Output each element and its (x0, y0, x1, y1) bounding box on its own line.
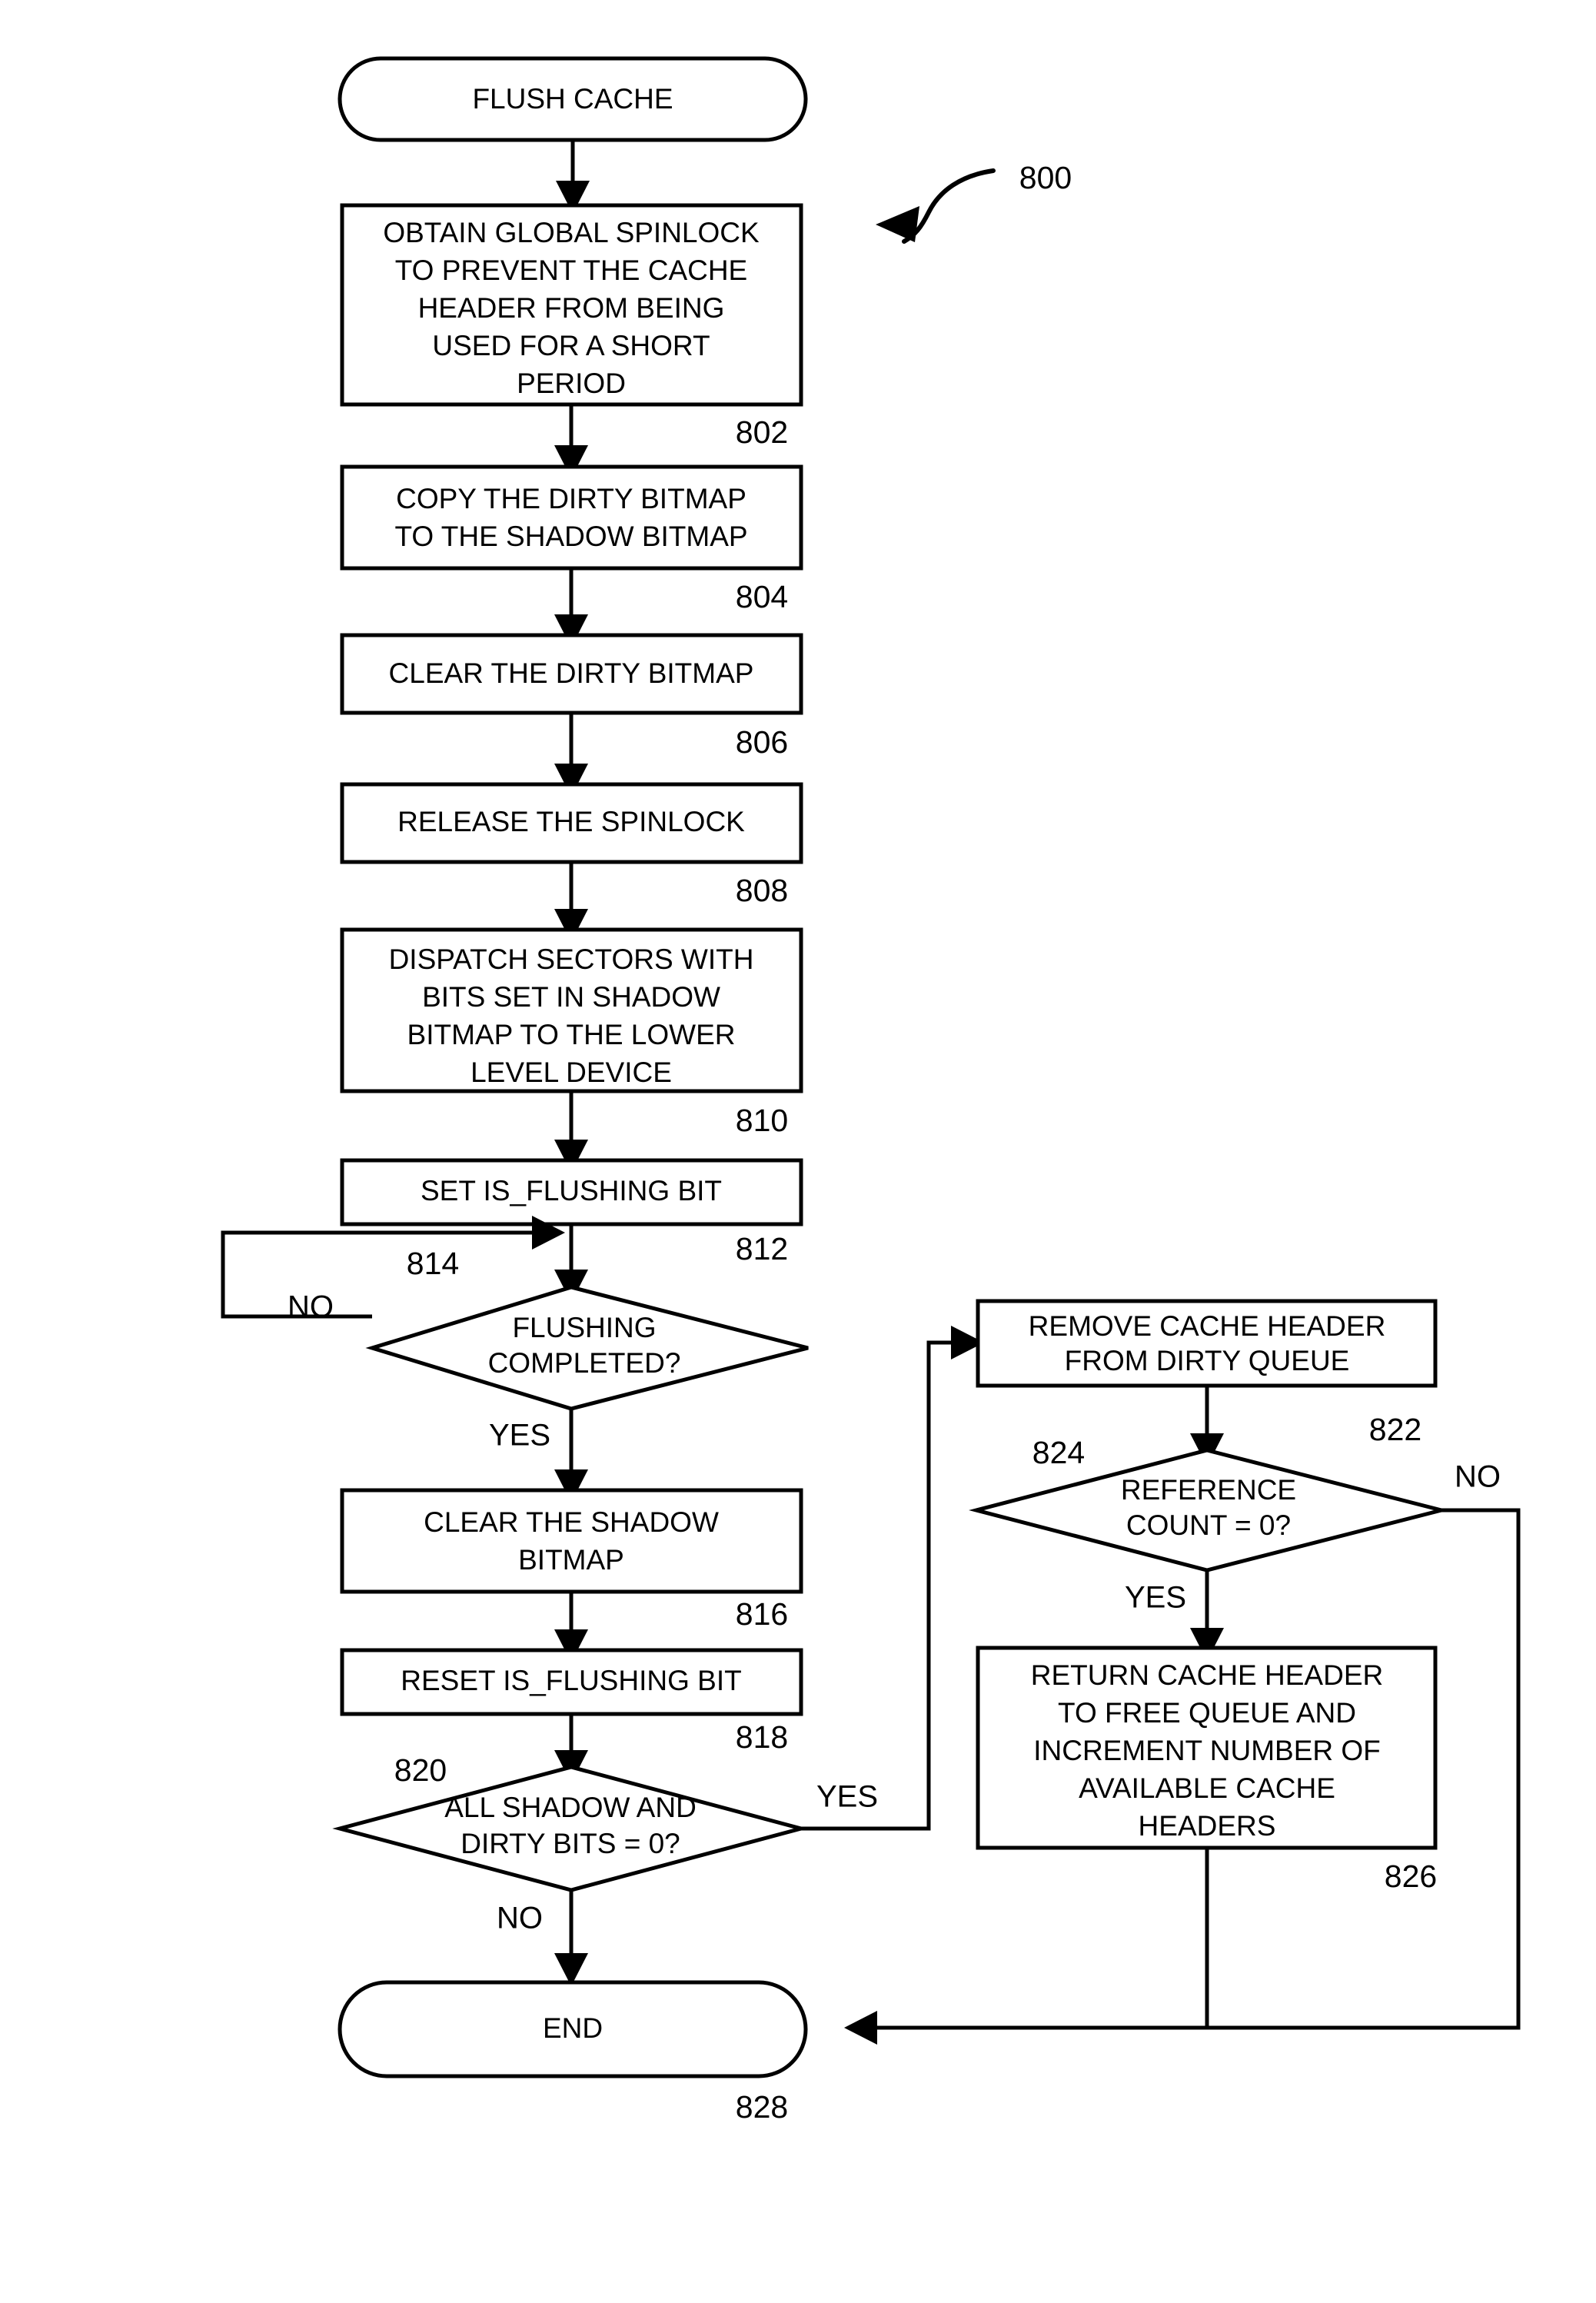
edge-820-yes-to-822 (801, 1326, 985, 1831)
node-824-line-0: REFERENCE (1121, 1474, 1296, 1506)
node-812[interactable]: SET IS_FLUSHING BIT (340, 1158, 803, 1226)
node-826-line-2: INCREMENT NUMBER OF (1033, 1735, 1381, 1766)
node-818-line-0: RESET IS_FLUSHING BIT (401, 1665, 741, 1696)
node-flush-cache[interactable]: FLUSH CACHE (337, 56, 808, 142)
ref-826: 826 (1385, 1859, 1437, 1894)
ref-810: 810 (736, 1103, 788, 1138)
node-802-line-3: USED FOR A SHORT (432, 330, 710, 361)
figure-canvas: 800 FLUSH CACHE OBTAIN GLOBAL SPINLOCK T… (0, 0, 1596, 2303)
node-flush-cache-line-0: FLUSH CACHE (472, 83, 673, 115)
figure-label: 800 (1019, 160, 1072, 195)
node-814-line-0: FLUSHING (512, 1312, 656, 1343)
node-802[interactable]: OBTAIN GLOBAL SPINLOCK TO PREVENT THE CA… (340, 203, 803, 407)
node-808[interactable]: RELEASE THE SPINLOCK (340, 782, 803, 864)
ref-824: 824 (1032, 1435, 1085, 1470)
node-822[interactable]: REMOVE CACHE HEADER FROM DIRTY QUEUE (976, 1299, 1438, 1388)
node-802-line-0: OBTAIN GLOBAL SPINLOCK (383, 217, 760, 248)
node-826-line-1: TO FREE QUEUE AND (1058, 1697, 1356, 1729)
node-808-line-0: RELEASE THE SPINLOCK (397, 806, 745, 837)
branch-label-824-yes: YES (1125, 1581, 1186, 1615)
ref-822: 822 (1369, 1412, 1421, 1447)
node-822-line-1: FROM DIRTY QUEUE (1065, 1345, 1350, 1376)
ref-802: 802 (736, 414, 788, 450)
node-818[interactable]: RESET IS_FLUSHING BIT (340, 1648, 803, 1716)
edge-814-no-loopback (221, 1216, 566, 1319)
node-802-line-4: PERIOD (517, 368, 626, 399)
node-826-line-4: HEADERS (1139, 1810, 1276, 1842)
branch-label-814-no: NO (288, 1290, 334, 1324)
node-806-line-0: CLEAR THE DIRTY BITMAP (389, 657, 754, 689)
node-812-line-0: SET IS_FLUSHING BIT (421, 1175, 722, 1206)
node-820-line-0: ALL SHADOW AND (444, 1792, 697, 1823)
branch-label-820-yes: YES (816, 1780, 878, 1814)
ref-806: 806 (736, 724, 788, 760)
branch-label-824-no: NO (1455, 1460, 1501, 1494)
node-828[interactable]: END (337, 1980, 808, 2078)
node-824-line-1: COUNT = 0? (1126, 1509, 1291, 1541)
node-804-line-0: COPY THE DIRTY BITMAP (396, 483, 746, 514)
node-804[interactable]: COPY THE DIRTY BITMAP TO THE SHADOW BITM… (340, 464, 803, 571)
node-806[interactable]: CLEAR THE DIRTY BITMAP (340, 633, 803, 715)
ref-808: 808 (736, 873, 788, 908)
branch-label-814-yes: YES (489, 1419, 550, 1453)
branch-label-820-no: NO (497, 1902, 543, 1935)
node-816-line-0: CLEAR THE SHADOW (424, 1506, 719, 1538)
node-816[interactable]: CLEAR THE SHADOW BITMAP (340, 1488, 803, 1594)
ref-804: 804 (736, 579, 788, 614)
node-802-line-1: TO PREVENT THE CACHE (395, 255, 748, 286)
figure-callout-arrowhead (876, 206, 919, 242)
ref-820: 820 (394, 1752, 447, 1788)
ref-818: 818 (736, 1719, 788, 1755)
ref-828: 828 (736, 2089, 788, 2125)
figure-callout-leader (902, 168, 996, 244)
node-826[interactable]: RETURN CACHE HEADER TO FREE QUEUE AND IN… (976, 1646, 1438, 1850)
figure-callout: 800 (876, 160, 1072, 244)
node-804-line-1: TO THE SHADOW BITMAP (394, 521, 747, 552)
node-822-line-0: REMOVE CACHE HEADER (1029, 1310, 1386, 1342)
node-802-line-2: HEADER FROM BEING (418, 292, 725, 324)
node-810-line-0: DISPATCH SECTORS WITH (389, 943, 754, 975)
node-816-line-1: BITMAP (518, 1544, 624, 1576)
flowchart-svg: 800 FLUSH CACHE OBTAIN GLOBAL SPINLOCK T… (221, 56, 1521, 2125)
node-810[interactable]: DISPATCH SECTORS WITH BITS SET IN SHADOW… (340, 927, 803, 1093)
ref-816: 816 (736, 1596, 788, 1632)
node-820-line-1: DIRTY BITS = 0? (461, 1828, 680, 1859)
node-810-line-2: BITMAP TO THE LOWER (407, 1019, 736, 1050)
node-810-line-1: BITS SET IN SHADOW (422, 981, 720, 1013)
node-814-line-1: COMPLETED? (488, 1347, 681, 1379)
ref-812: 812 (736, 1231, 788, 1266)
node-814[interactable]: FLUSHING COMPLETED? (365, 1285, 809, 1411)
node-826-line-0: RETURN CACHE HEADER (1031, 1659, 1383, 1691)
ref-814: 814 (407, 1246, 459, 1281)
node-828-line-0: END (543, 2012, 603, 2044)
node-826-line-3: AVAILABLE CACHE (1079, 1772, 1335, 1804)
node-810-line-3: LEVEL DEVICE (470, 1057, 672, 1088)
